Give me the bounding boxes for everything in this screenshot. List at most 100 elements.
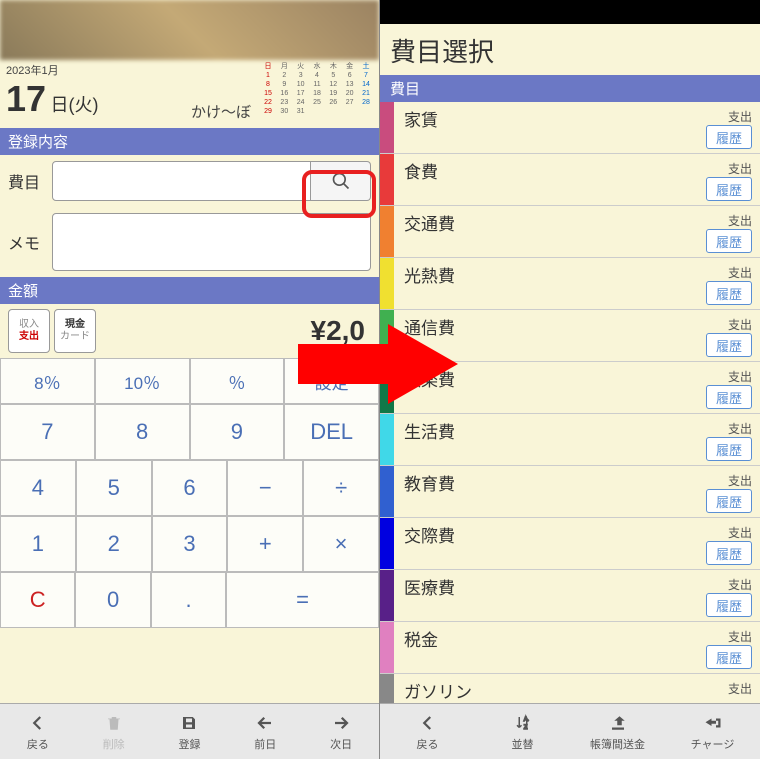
key-plus[interactable]: + [227,516,303,572]
cash-card-toggle[interactable]: 現金 カード [54,309,96,353]
mini-calendar[interactable]: 日月火水木金土123456789101112131415161718192021… [261,62,373,117]
history-button[interactable]: 履歴 [706,645,752,669]
category-color-swatch [380,570,394,621]
category-type: 支出 [728,674,760,697]
history-button[interactable]: 履歴 [706,437,752,461]
category-name: ガソリン [394,674,728,703]
category-type: 支出 [728,102,760,125]
key-6[interactable]: 6 [152,460,228,516]
key-settings[interactable]: 設定 [284,358,379,404]
category-item[interactable]: 医療費支出履歴 [380,570,760,622]
nav-back[interactable]: 戻る [0,704,76,759]
key-multiply[interactable]: × [303,516,379,572]
ad-banner [0,0,379,60]
category-color-swatch [380,154,394,205]
category-name: 税金 [394,622,728,651]
arrow-right-icon [332,712,350,734]
sort-icon: AZ [513,712,533,734]
section-register-header: 登録内容 [0,128,379,155]
category-name: 交通費 [394,206,728,235]
key-0[interactable]: 0 [75,572,150,628]
history-button[interactable]: 履歴 [706,125,752,149]
list-header: 費目 [380,75,760,102]
nav-sort[interactable]: AZ 並替 [475,704,570,759]
nav-back-right[interactable]: 戻る [380,704,475,759]
nav-charge[interactable]: チャージ [665,704,760,759]
key-8[interactable]: 8 [95,404,190,460]
bottom-nav-right: 戻る AZ 並替 帳簿間送金 チャージ [380,703,760,759]
key-8pct[interactable]: 8％ [0,358,95,404]
key-equals[interactable]: = [226,572,379,628]
app-name-label: かけ〜ぼ [191,101,255,126]
label-memo: メモ [8,230,52,254]
key-pct[interactable]: ％ [190,358,285,404]
key-9[interactable]: 9 [190,404,285,460]
category-name: 交際費 [394,518,728,547]
key-5[interactable]: 5 [76,460,152,516]
key-10pct[interactable]: 10％ [95,358,190,404]
nav-transfer[interactable]: 帳簿間送金 [570,704,665,759]
category-input[interactable] [52,161,311,201]
history-button[interactable]: 履歴 [706,281,752,305]
key-clear[interactable]: C [0,572,75,628]
save-icon [180,712,198,734]
category-item[interactable]: 通信費支出履歴 [380,310,760,362]
chevron-left-icon [29,712,47,734]
nav-next-day[interactable]: 次日 [303,704,379,759]
history-button[interactable]: 履歴 [706,593,752,617]
income-expense-toggle[interactable]: 収入 支出 [8,309,50,353]
date-row: 2023年1月 17 日(火) かけ〜ぼ 日月火水木金土123456789101… [0,60,379,128]
category-item[interactable]: 光熱費支出履歴 [380,258,760,310]
section-amount-header: 金額 [0,277,379,304]
category-type: 支出 [728,570,760,593]
category-name: 娯楽費 [394,362,728,391]
key-dot[interactable]: . [151,572,226,628]
category-item[interactable]: 教育費支出履歴 [380,466,760,518]
nav-delete[interactable]: 削除 [76,704,152,759]
share-icon [609,712,627,734]
key-divide[interactable]: ÷ [303,460,379,516]
category-color-swatch [380,310,394,361]
nav-prev-day[interactable]: 前日 [227,704,303,759]
key-minus[interactable]: − [227,460,303,516]
category-item[interactable]: 交通費支出履歴 [380,206,760,258]
key-del[interactable]: DEL [284,404,379,460]
history-button[interactable]: 履歴 [706,385,752,409]
page-title: 費目選択 [380,24,760,75]
key-1[interactable]: 1 [0,516,76,572]
category-type: 支出 [728,466,760,489]
category-item[interactable]: 食費支出履歴 [380,154,760,206]
history-button[interactable]: 履歴 [706,541,752,565]
category-color-swatch [380,622,394,673]
category-name: 医療費 [394,570,728,599]
keypad: 8％ 10％ ％ 設定 7 8 9 DEL 4 5 6 1 2 3 [0,358,379,628]
history-button[interactable]: 履歴 [706,489,752,513]
chevron-left-icon [419,712,437,734]
history-button[interactable]: 履歴 [706,229,752,253]
category-color-swatch [380,362,394,413]
category-item[interactable]: 生活費支出履歴 [380,414,760,466]
svg-text:A: A [523,716,527,722]
charge-icon [703,712,723,734]
category-item[interactable]: 税金支出履歴 [380,622,760,674]
category-name: 家賃 [394,102,728,131]
key-4[interactable]: 4 [0,460,76,516]
category-type: 支出 [728,622,760,645]
key-7[interactable]: 7 [0,404,95,460]
category-color-swatch [380,674,394,703]
category-search-button[interactable] [311,161,371,201]
category-item[interactable]: 娯楽費支出履歴 [380,362,760,414]
history-button[interactable]: 履歴 [706,177,752,201]
category-item[interactable]: ガソリン支出 [380,674,760,704]
category-type: 支出 [728,414,760,437]
history-button[interactable]: 履歴 [706,333,752,357]
memo-input[interactable] [52,213,371,271]
nav-register[interactable]: 登録 [152,704,228,759]
category-item[interactable]: 家賃支出履歴 [380,102,760,154]
key-2[interactable]: 2 [76,516,152,572]
category-type: 支出 [728,518,760,541]
date-year: 2023年1月 [6,62,99,78]
key-3[interactable]: 3 [152,516,228,572]
label-category: 費目 [8,169,52,193]
category-item[interactable]: 交際費支出履歴 [380,518,760,570]
